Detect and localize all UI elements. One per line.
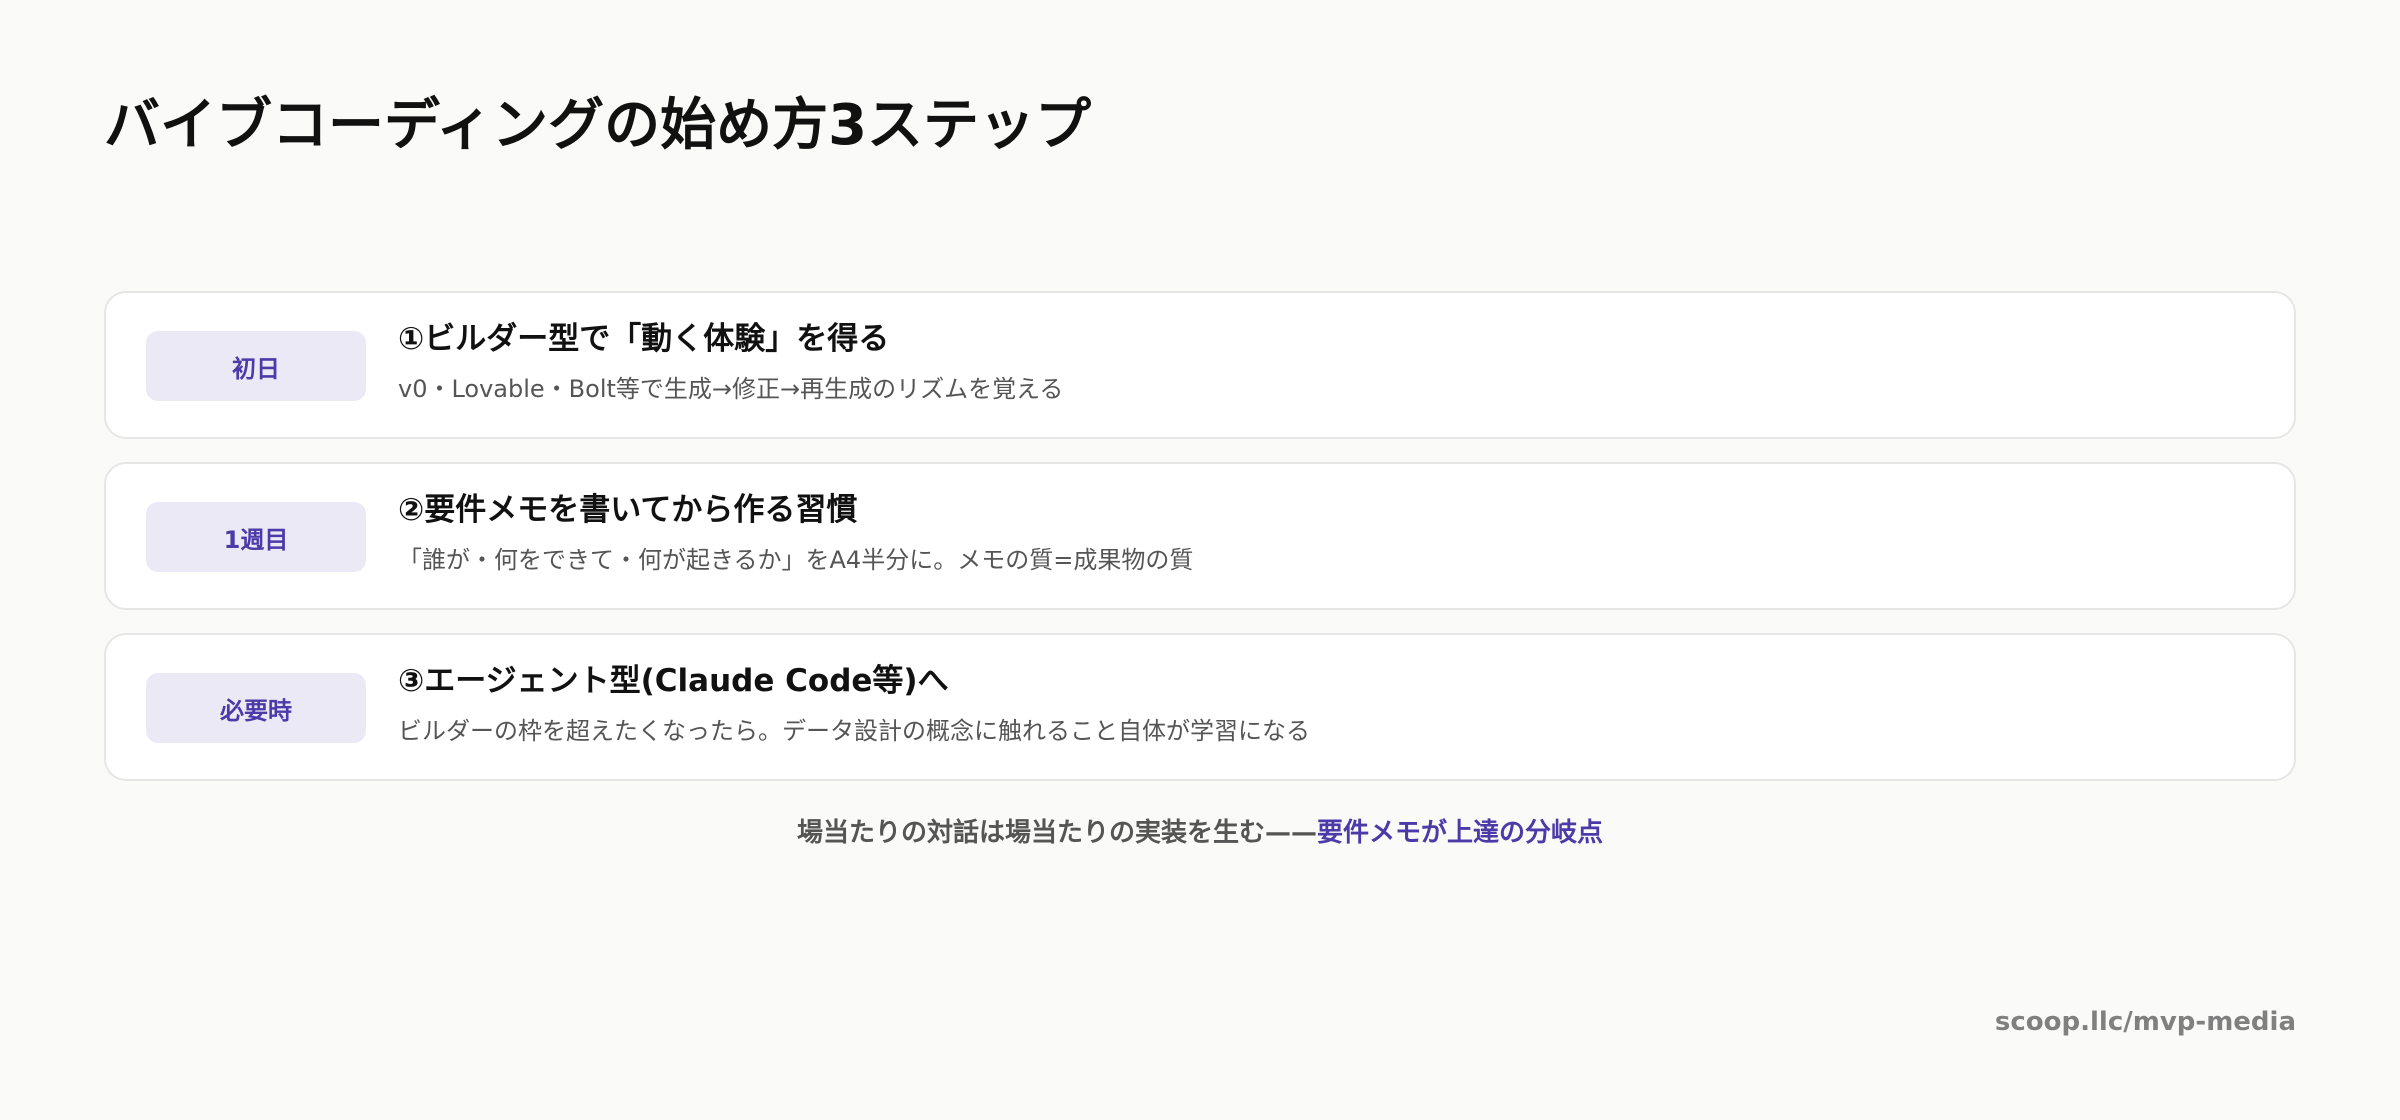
- step-card-week1: 1週目 ②要件メモを書いてから作る習慣 「誰が・何をできて・何が起きるか」をA4…: [104, 462, 2296, 610]
- step-card-when-needed: 必要時 ③エージェント型(Claude Code等)へ ビルダーの枠を超えたくな…: [104, 633, 2296, 781]
- step-list: 初日 ①ビルダー型で「動く体験」を得る v0・Lovable・Bolt等で生成→…: [104, 291, 2296, 804]
- step-heading: ②要件メモを書いてから作る習慣: [398, 492, 858, 528]
- footer-note: 場当たりの対話は場当たりの実装を生む——要件メモが上達の分岐点: [0, 813, 2400, 853]
- step-badge: 初日: [146, 331, 366, 401]
- step-badge: 必要時: [146, 673, 366, 743]
- source-url: scoop.llc/mvp-media: [1994, 1007, 2296, 1037]
- step-description: 「誰が・何をできて・何が起きるか」をA4半分に。メモの質=成果物の質: [398, 546, 1194, 574]
- step-heading: ③エージェント型(Claude Code等)へ: [398, 663, 949, 699]
- step-heading: ①ビルダー型で「動く体験」を得る: [398, 321, 890, 357]
- step-badge: 1週目: [146, 502, 366, 572]
- step-description: ビルダーの枠を超えたくなったら。データ設計の概念に触れること自体が学習になる: [398, 717, 1310, 745]
- footer-note-text: 場当たりの対話は場当たりの実装を生む——: [796, 818, 1317, 848]
- step-card-day1: 初日 ①ビルダー型で「動く体験」を得る v0・Lovable・Bolt等で生成→…: [104, 291, 2296, 439]
- page-title: バイブコーディングの始め方3ステップ: [104, 93, 1092, 158]
- footer-note-highlight: 要件メモが上達の分岐点: [1317, 818, 1604, 848]
- step-description: v0・Lovable・Bolt等で生成→修正→再生成のリズムを覚える: [398, 375, 1064, 403]
